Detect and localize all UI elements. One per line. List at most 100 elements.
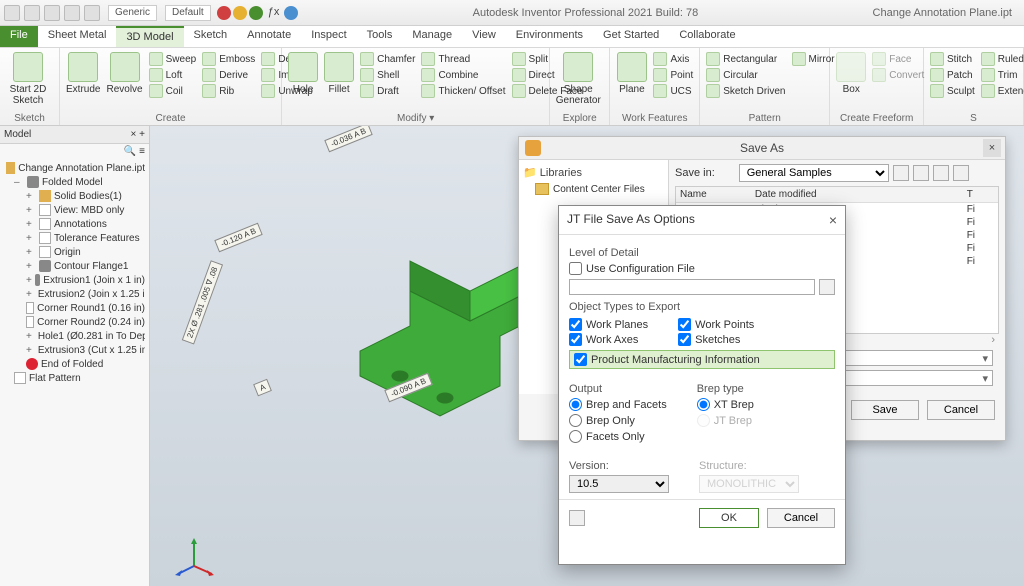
close-icon[interactable]: × (829, 212, 837, 228)
model-tree[interactable]: Change Annotation Plane.ipt Folded Model… (0, 159, 149, 387)
extend-button[interactable]: Extend (981, 84, 1024, 98)
box-button[interactable]: Box (836, 52, 866, 95)
work-axes-input[interactable] (569, 333, 582, 346)
brep-facets-radio[interactable]: Brep and Facets (569, 398, 667, 411)
xt-brep-input[interactable] (697, 398, 710, 411)
material-dropdown[interactable]: Generic (108, 5, 157, 21)
brep-only-radio[interactable]: Brep Only (569, 414, 667, 427)
work-planes-checkbox[interactable]: Work Planes (569, 318, 648, 331)
trim-button[interactable]: Trim (981, 68, 1024, 82)
rib-button[interactable]: Rib (202, 84, 255, 98)
libraries-header[interactable]: 📁 Libraries (523, 164, 664, 181)
start-2d-sketch-button[interactable]: Start 2D Sketch (6, 52, 50, 106)
hole-button[interactable]: Hole (288, 52, 318, 98)
flat-pattern-node[interactable]: Flat Pattern (4, 371, 145, 385)
axis-button[interactable]: Axis (653, 52, 693, 66)
qat-save-icon[interactable] (24, 5, 40, 21)
brep-facets-input[interactable] (569, 398, 582, 411)
options-icon[interactable] (569, 510, 585, 526)
sketches-checkbox[interactable]: Sketches (678, 333, 754, 346)
use-config-input[interactable] (569, 262, 582, 275)
tab-sketch[interactable]: Sketch (184, 26, 238, 47)
green-dot-icon[interactable] (249, 6, 263, 20)
pmi-checkbox[interactable]: Product Manufacturing Information (569, 350, 835, 369)
shell-button[interactable]: Shell (360, 68, 415, 82)
use-config-checkbox[interactable]: Use Configuration File (569, 262, 835, 275)
sweep-button[interactable]: Sweep (149, 52, 197, 66)
circular-button[interactable]: Circular (706, 68, 785, 82)
col-type[interactable]: T (963, 187, 998, 203)
emboss-button[interactable]: Emboss (202, 52, 255, 66)
back-icon[interactable] (893, 165, 909, 181)
qat-home-icon[interactable] (84, 5, 100, 21)
annotations-node[interactable]: Annotations (4, 217, 145, 231)
config-path-input[interactable] (569, 279, 815, 295)
blue-dot-icon[interactable] (284, 6, 298, 20)
patch-button[interactable]: Patch (930, 68, 975, 82)
chamfer-button[interactable]: Chamfer (360, 52, 415, 66)
ucs-button[interactable]: UCS (653, 84, 693, 98)
ok-button[interactable]: OK (699, 508, 759, 528)
qat-undo-icon[interactable] (44, 5, 60, 21)
extrusion3-node[interactable]: Extrusion3 (Cut x 1.25 in) (4, 343, 145, 357)
close-button[interactable]: × (983, 139, 1001, 157)
tab-view[interactable]: View (462, 26, 506, 47)
facets-only-radio[interactable]: Facets Only (569, 430, 667, 443)
contour-flange-node[interactable]: Contour Flange1 (4, 259, 145, 273)
view-node[interactable]: View: MBD only (4, 203, 145, 217)
thicken-button[interactable]: Thicken/ Offset (421, 84, 505, 98)
plane-button[interactable]: Plane (616, 52, 647, 98)
search-icon[interactable]: 🔍 ≡ (124, 146, 145, 157)
browse-icon[interactable] (819, 279, 835, 295)
rectangular-button[interactable]: Rectangular (706, 52, 785, 66)
tab-tools[interactable]: Tools (357, 26, 403, 47)
save-in-dropdown[interactable]: General Samples (739, 164, 889, 182)
tolerance-node[interactable]: Tolerance Features (4, 231, 145, 245)
new-folder-icon[interactable] (933, 165, 949, 181)
brep-only-input[interactable] (569, 414, 582, 427)
fx-icon[interactable]: ƒx (265, 6, 283, 20)
root-node[interactable]: Change Annotation Plane.ipt (4, 161, 145, 175)
combine-button[interactable]: Combine (421, 68, 505, 82)
point-button[interactable]: Point (653, 68, 693, 82)
loft-button[interactable]: Loft (149, 68, 197, 82)
revolve-button[interactable]: Revolve (106, 52, 142, 98)
appearance-dropdown[interactable]: Default (165, 5, 211, 21)
stitch-button[interactable]: Stitch (930, 52, 975, 66)
solid-bodies-node[interactable]: Solid Bodies(1) (4, 189, 145, 203)
work-planes-input[interactable] (569, 318, 582, 331)
qat-icon[interactable] (4, 5, 20, 21)
view-mode-icon[interactable] (953, 165, 969, 181)
tab-environments[interactable]: Environments (506, 26, 593, 47)
tab-manage[interactable]: Manage (402, 26, 462, 47)
pmi-input[interactable] (574, 353, 587, 366)
version-dropdown[interactable]: 10.5 (569, 475, 669, 493)
coil-button[interactable]: Coil (149, 84, 197, 98)
tab-collaborate[interactable]: Collaborate (669, 26, 745, 47)
extrude-button[interactable]: Extrude (66, 52, 100, 98)
content-center-item[interactable]: Content Center Files (523, 181, 664, 197)
work-axes-checkbox[interactable]: Work Axes (569, 333, 648, 346)
qat-redo-icon[interactable] (64, 5, 80, 21)
sketches-input[interactable] (678, 333, 691, 346)
draft-button[interactable]: Draft (360, 84, 415, 98)
tab-3d-model[interactable]: 3D Model (116, 26, 183, 47)
tab-file[interactable]: File (0, 26, 38, 47)
corner-round2-node[interactable]: Corner Round2 (0.24 in) (4, 315, 145, 329)
fillet-button[interactable]: Fillet (324, 52, 354, 98)
origin-node[interactable]: Origin (4, 245, 145, 259)
xt-brep-radio[interactable]: XT Brep (697, 398, 754, 411)
sketch-driven-button[interactable]: Sketch Driven (706, 84, 785, 98)
folded-model-node[interactable]: Folded Model (4, 175, 145, 189)
facets-only-input[interactable] (569, 430, 582, 443)
cancel-button[interactable]: Cancel (767, 508, 835, 528)
end-of-folded-node[interactable]: End of Folded (4, 357, 145, 371)
up-icon[interactable] (913, 165, 929, 181)
tab-get-started[interactable]: Get Started (593, 26, 669, 47)
thread-button[interactable]: Thread (421, 52, 505, 66)
ruled-button[interactable]: Ruled Su (981, 52, 1024, 66)
work-points-input[interactable] (678, 318, 691, 331)
mirror-button[interactable]: Mirror (792, 52, 835, 66)
derive-button[interactable]: Derive (202, 68, 255, 82)
yellow-dot-icon[interactable] (233, 6, 247, 20)
